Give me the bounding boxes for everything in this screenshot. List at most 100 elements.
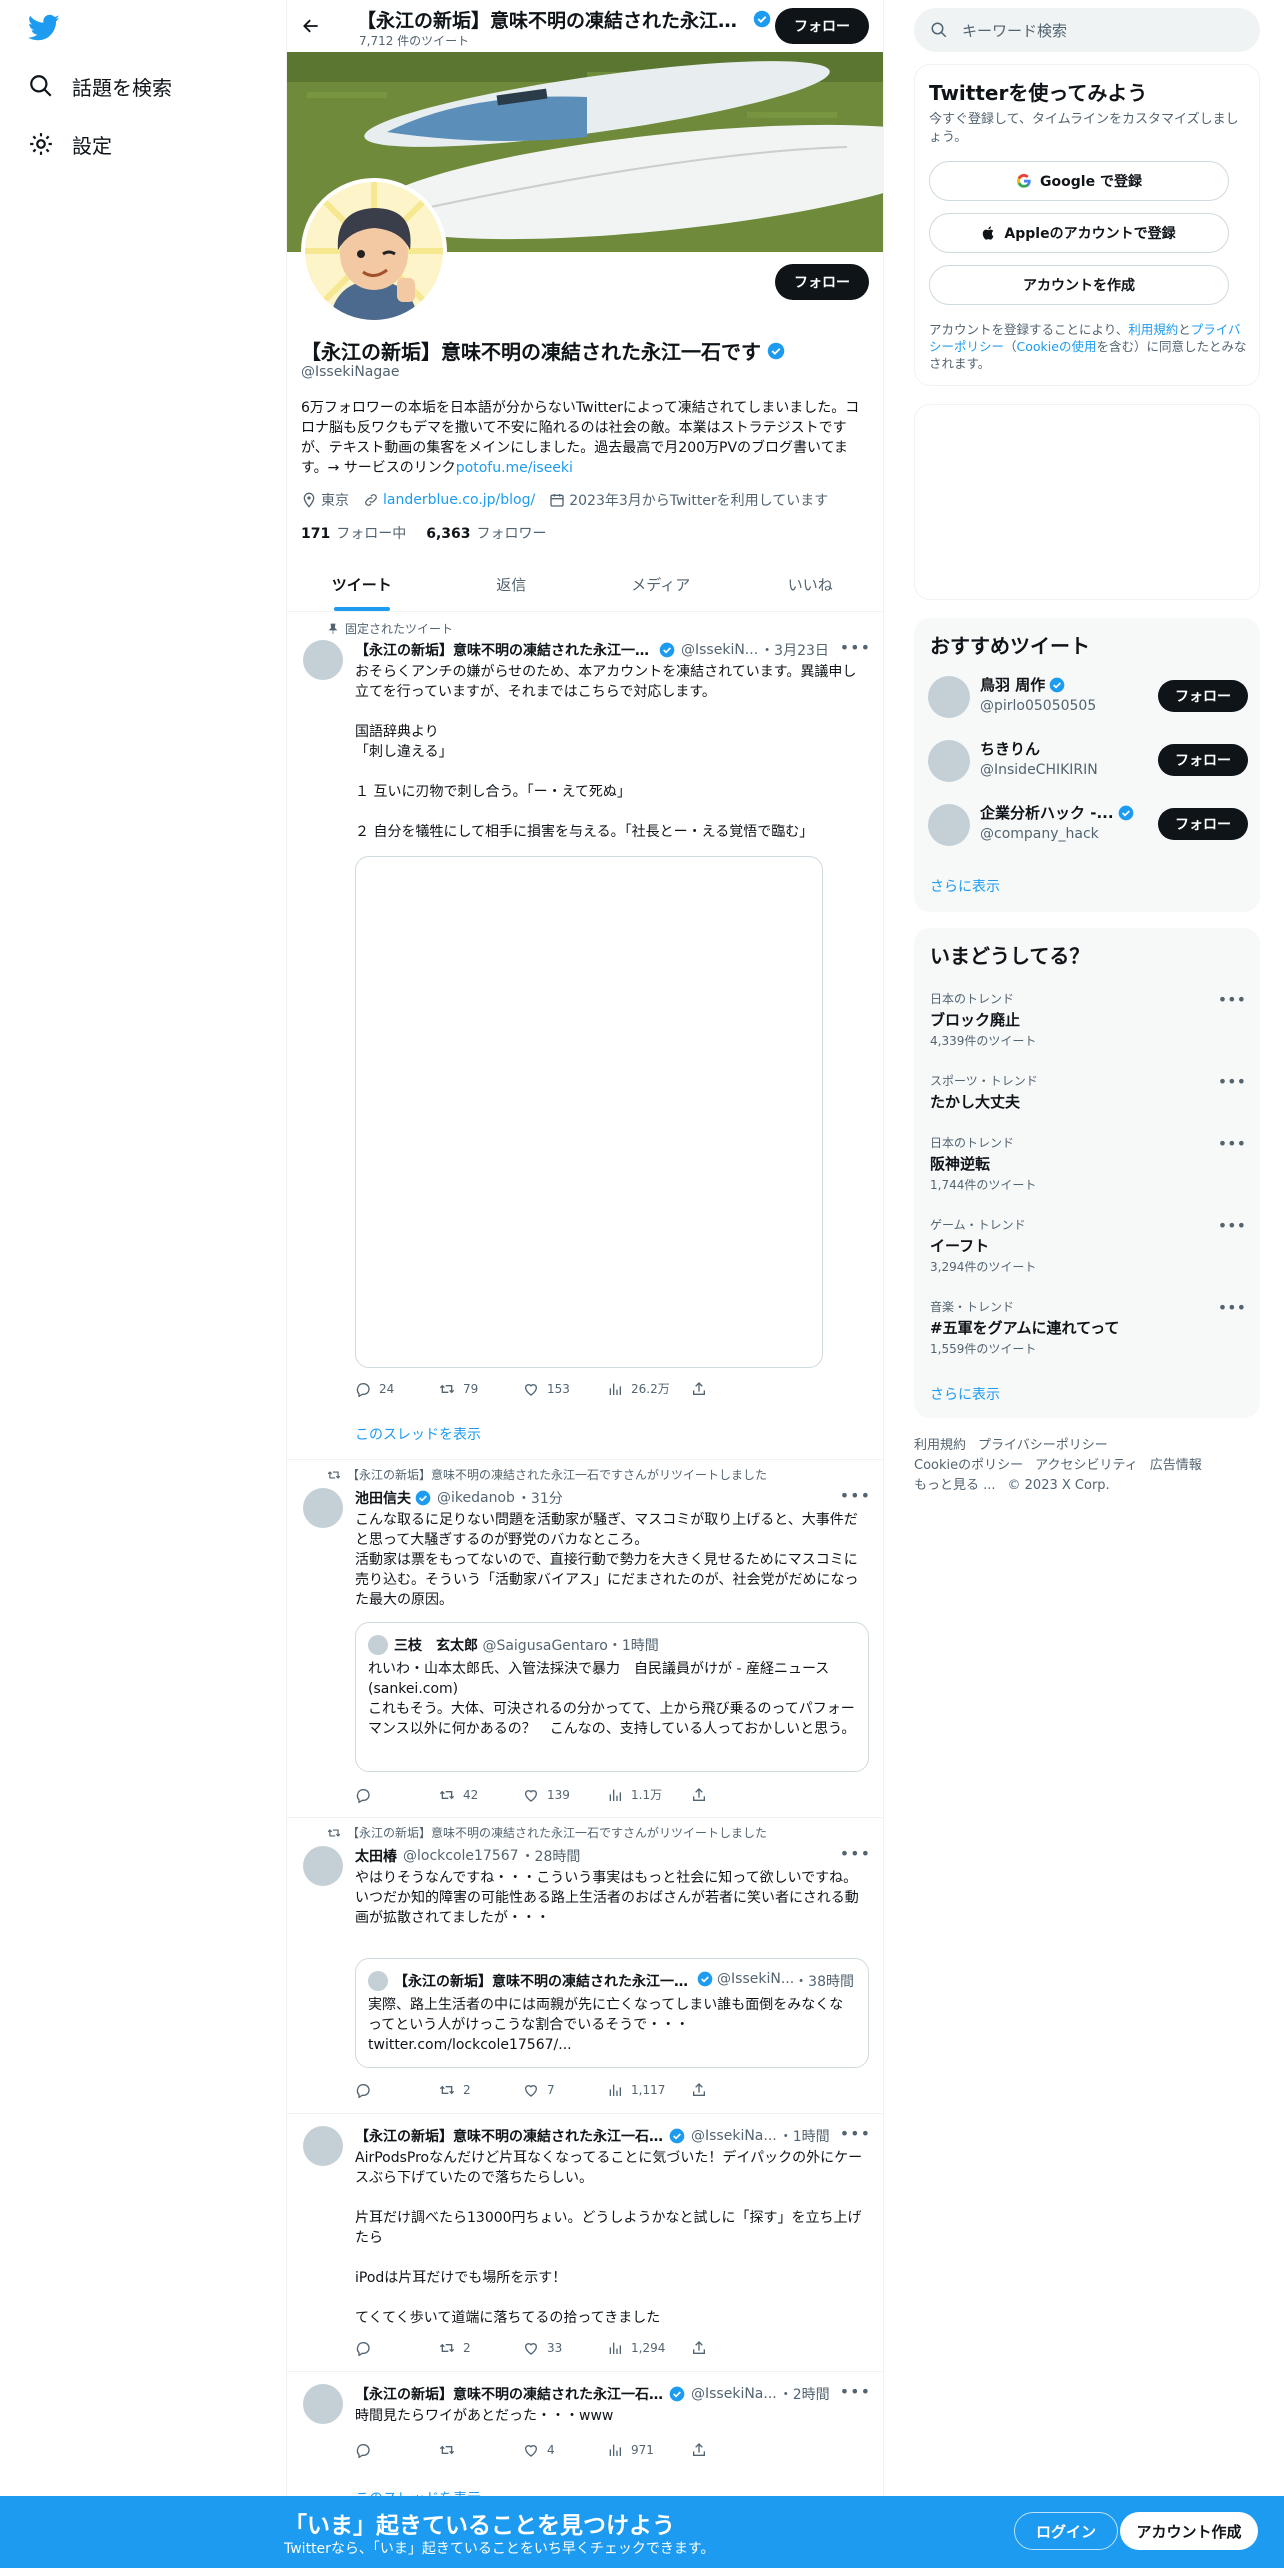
trends-more-link[interactable]: さらに表示 (930, 1384, 1000, 1404)
like-button[interactable]: 139 (523, 1786, 607, 1803)
recommended-user[interactable]: 鳥羽 周作 @pirlo05050505 フォロー (928, 668, 1248, 724)
share-button[interactable] (691, 2082, 775, 2098)
following-link[interactable]: 171 フォロー中 (301, 523, 406, 543)
trend-item[interactable]: スポーツ・トレンド たかし大丈夫 ••• (930, 1072, 1246, 1112)
like-button[interactable]: 153 (523, 1380, 607, 1397)
trend-item[interactable]: ゲーム・トレンド イーフト 3,294件のツイート ••• (930, 1216, 1246, 1275)
more-icon[interactable]: ••• (840, 638, 871, 657)
more-icon[interactable]: ••• (1218, 990, 1246, 1009)
tweet-media[interactable] (355, 856, 823, 1368)
tweet-handle[interactable]: @IssekiNa... (691, 2386, 777, 2402)
show-thread-link[interactable]: このスレッドを表示 (355, 1424, 481, 1444)
like-button[interactable]: 7 (523, 2082, 607, 2098)
tweet-retweeted-ikedanob[interactable]: 【永江の新垢】意味不明の凍結された永江一石ですさんがリツイートしました 池田信夫… (287, 1460, 883, 1818)
more-icon[interactable]: ••• (840, 2382, 871, 2401)
tweet-author[interactable]: 【永江の新垢】意味不明の凍結された永江一石です (355, 2126, 665, 2146)
avatar[interactable] (928, 804, 970, 846)
avatar[interactable] (928, 740, 970, 782)
views-button[interactable]: 1,294 (607, 2340, 691, 2356)
cookie-link[interactable]: Cookieの使用 (1017, 339, 1097, 354)
tweet-retweeted-lockcole[interactable]: 【永江の新垢】意味不明の凍結された永江一石ですさんがリツイートしました 太田椿 … (287, 1818, 883, 2114)
share-button[interactable] (691, 2442, 775, 2458)
tweet-time[interactable]: ・1時間 (779, 2126, 830, 2146)
reply-button[interactable] (355, 1786, 439, 1803)
tweet-time[interactable]: ・2時間 (779, 2384, 830, 2404)
recommended-user[interactable]: 企業分析ハック -... @company_hack フォロー (928, 796, 1248, 852)
twitter-logo-icon[interactable] (28, 14, 60, 42)
tweet-handle[interactable]: @IssekiNa... (691, 2128, 777, 2144)
footer-accessibility[interactable]: アクセシビリティ (1035, 1458, 1138, 1473)
tweet-handle[interactable]: @lockcole17567 (403, 1848, 519, 1864)
signup-button[interactable]: アカウント作成 (1120, 2512, 1258, 2550)
views-button[interactable]: 971 (607, 2442, 691, 2458)
search-box[interactable]: キーワード検索 (914, 8, 1260, 52)
reply-button[interactable]: 24 (355, 1380, 439, 1397)
trend-item[interactable]: 日本のトレンド ブロック廃止 4,339件のツイート ••• (930, 990, 1246, 1049)
tweet-time-check[interactable]: 【永江の新垢】意味不明の凍結された永江一石です @IssekiNa... ・2時… (287, 2372, 883, 2512)
profile-follow-button[interactable]: フォロー (775, 264, 869, 300)
reply-button[interactable] (355, 2082, 439, 2098)
reply-button[interactable] (355, 2442, 439, 2458)
header-follow-button[interactable]: フォロー (775, 8, 869, 44)
avatar[interactable] (303, 2126, 343, 2166)
tweet-author[interactable]: 【永江の新垢】意味不明の凍結された永江一石です (355, 2384, 665, 2404)
avatar[interactable] (303, 640, 343, 680)
footer-privacy[interactable]: プライバシーポリシー (978, 1438, 1108, 1453)
nav-explore[interactable]: 話題を検索 (28, 66, 172, 106)
like-button[interactable]: 33 (523, 2340, 607, 2356)
tweet-time[interactable]: ・3月23日 (760, 640, 829, 660)
avatar[interactable] (928, 676, 970, 718)
recommended-user[interactable]: ちきりん @InsideCHIKIRIN フォロー (928, 732, 1248, 788)
more-icon[interactable]: ••• (840, 2124, 871, 2143)
nav-settings[interactable]: 設定 (28, 124, 112, 164)
tweet-handle[interactable]: @ikedanob (437, 1490, 515, 1506)
footer-more[interactable]: もっと見る ... (914, 1478, 996, 1493)
more-icon[interactable]: ••• (1218, 1298, 1246, 1317)
terms-link[interactable]: 利用規約 (1128, 322, 1178, 337)
trend-item[interactable]: 音楽・トレンド #五軍をグアムに連れてって 1,559件のツイート ••• (930, 1298, 1246, 1357)
tab-media[interactable]: メディア (586, 558, 736, 611)
tweet-pinned[interactable]: 固定されたツイート 【永江の新垢】意味不明の凍結された永江一石です @Issek… (287, 612, 883, 1460)
login-button[interactable]: ログイン (1014, 2512, 1118, 2550)
profile-avatar[interactable] (301, 178, 447, 324)
footer-terms[interactable]: 利用規約 (914, 1438, 966, 1453)
more-icon[interactable]: ••• (1218, 1072, 1246, 1091)
avatar[interactable] (303, 2384, 343, 2424)
follow-button[interactable]: フォロー (1158, 680, 1248, 712)
tweet-author[interactable]: 【永江の新垢】意味不明の凍結された永江一石です (355, 640, 655, 660)
follow-button[interactable]: フォロー (1158, 744, 1248, 776)
more-icon[interactable]: ••• (1218, 1216, 1246, 1235)
tweet-handle[interactable]: @IssekiN... (681, 642, 758, 658)
followers-link[interactable]: 6,363 フォロワー (426, 523, 546, 543)
more-icon[interactable]: ••• (840, 1486, 871, 1505)
retweet-button[interactable]: 2 (439, 2340, 523, 2356)
views-button[interactable]: 1,117 (607, 2082, 691, 2098)
apple-signup-button[interactable]: Appleのアカウントで登録 (929, 213, 1229, 253)
retweet-button[interactable]: 79 (439, 1380, 523, 1397)
views-button[interactable]: 26.2万 (607, 1380, 691, 1397)
tweet-time[interactable]: ・31分 (517, 1488, 563, 1508)
quoted-tweet[interactable]: 【永江の新垢】意味不明の凍結された永江一石です @IssekiN... ・38時間 … (355, 1958, 869, 2068)
recommended-more-link[interactable]: さらに表示 (930, 876, 1000, 896)
website[interactable]: landerblue.co.jp/blog/ (363, 492, 535, 508)
tweet-time[interactable]: ・28時間 (521, 1846, 581, 1866)
google-signup-button[interactable]: Google で登録 (929, 161, 1229, 201)
more-icon[interactable]: ••• (1218, 1134, 1246, 1153)
retweet-button[interactable] (439, 2442, 523, 2458)
retweet-button[interactable]: 42 (439, 1786, 523, 1803)
tweet-author[interactable]: 池田信夫 (355, 1488, 411, 1508)
avatar[interactable] (303, 1846, 343, 1886)
create-account-button[interactable]: アカウントを作成 (929, 265, 1229, 305)
retweet-button[interactable]: 2 (439, 2082, 523, 2098)
avatar[interactable] (303, 1488, 343, 1528)
like-button[interactable]: 4 (523, 2442, 607, 2458)
footer-ads[interactable]: 広告情報 (1150, 1458, 1202, 1473)
reply-button[interactable] (355, 2340, 439, 2356)
footer-cookie[interactable]: Cookieのポリシー (914, 1458, 1023, 1473)
views-button[interactable]: 1.1万 (607, 1786, 691, 1803)
tab-replies[interactable]: 返信 (437, 558, 587, 611)
back-arrow-icon[interactable] (301, 16, 321, 36)
quoted-tweet[interactable]: 三枝 玄太郎 @SaigusaGentaro・1時間 れいわ・山本太郎氏、入管法… (355, 1622, 869, 1772)
tab-tweets[interactable]: ツイート (287, 558, 437, 611)
website-link[interactable]: landerblue.co.jp/blog/ (383, 492, 535, 508)
